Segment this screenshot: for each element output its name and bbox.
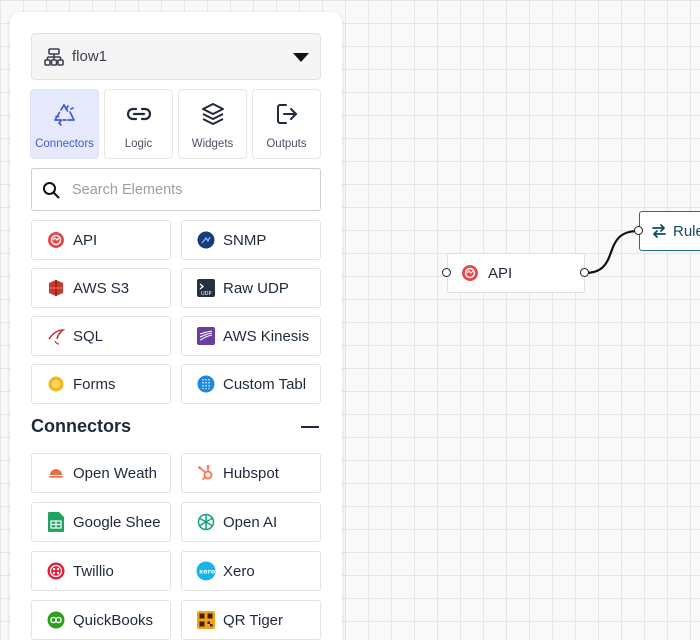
node-label: Rule [673,222,700,240]
node-output-port[interactable] [580,268,589,277]
canvas-node-rule[interactable]: Rule [639,211,700,251]
connection-edge[interactable] [584,229,639,275]
swap-icon [651,223,667,239]
canvas-node-api[interactable]: API [447,253,585,293]
node-input-port[interactable] [634,226,643,235]
node-label: API [488,264,513,282]
api-icon [461,264,479,282]
node-input-port[interactable] [442,268,451,277]
edge-layer [584,229,639,275]
